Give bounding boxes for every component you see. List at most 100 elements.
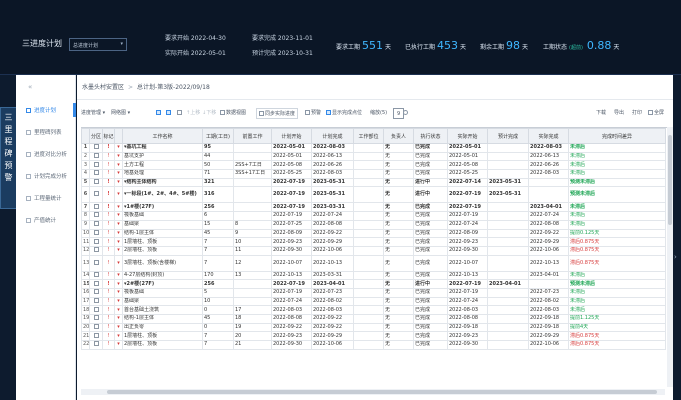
table-row[interactable]: 1! ▾ ▾基坑工程 95 2022-05-01 2022-08-03 无已完成 2022-0… <box>81 143 666 153</box>
table-row[interactable]: 17! ▾ 基础梁 10 2022-07-24 2022-08-02 无已完成 2022-07… <box>81 296 666 307</box>
outdent-icon[interactable] <box>166 108 172 119</box>
sync-actual-button[interactable]: 同步实际进度 <box>256 108 299 119</box>
show-done-button[interactable]: 显示完成点位 <box>326 108 362 119</box>
table-row[interactable]: 11! ▾ 1层墙柱、顶板 7 10 2022-09-23 2022-09-29 无已完成 20… <box>81 237 666 247</box>
row-checkbox[interactable] <box>89 160 103 171</box>
export-button[interactable]: 导出 <box>614 108 624 119</box>
col-header[interactable]: 实际完成 <box>528 128 569 144</box>
table-row[interactable]: 19! ▾ 结构-1层主体 45 18 2022-08-08 2022-09-22 无已完成 2… <box>81 314 666 324</box>
row-checkbox[interactable] <box>89 314 103 324</box>
sidebar-item-progress-plan[interactable]: 进度计划 <box>26 106 56 114</box>
row-checkbox[interactable] <box>89 228 103 239</box>
col-header[interactable]: 计划完成 <box>311 128 354 144</box>
row-checkbox[interactable] <box>89 143 103 153</box>
table-row[interactable]: 20! ▾ 出正负零 0 19 2022-09-22 2022-09-22 无已完成 2022-… <box>81 322 666 333</box>
insert-icon[interactable] <box>177 108 183 119</box>
row-checkbox[interactable] <box>89 270 103 281</box>
warning-button[interactable]: 预警 <box>305 108 321 119</box>
checkbox[interactable] <box>93 298 99 303</box>
move-up-button[interactable]: ↑上移 <box>186 108 200 119</box>
col-header[interactable]: 实际开始 <box>447 128 488 144</box>
table-row[interactable]: 8! ▾ 筏板基础 6 2022-07-19 2022-07-24 无已完成 2022-07-… <box>81 211 666 221</box>
breadcrumb-project[interactable]: 水墨头村安置区 <box>82 84 124 91</box>
checkbox[interactable] <box>93 247 99 253</box>
checkbox[interactable] <box>93 238 99 244</box>
checkbox[interactable] <box>93 153 99 159</box>
sidebar-item-milestones[interactable]: 里程碑列表 <box>26 128 62 136</box>
table-row[interactable]: 21! ▾ 1层墙柱、顶板 7 20 2022-09-23 2022-09-29 无已完成 20… <box>81 331 666 342</box>
row-checkbox[interactable] <box>89 340 103 350</box>
col-header[interactable]: 工作部位 <box>353 128 384 144</box>
row-checkbox[interactable] <box>89 177 103 188</box>
col-header[interactable]: 前置工作 <box>233 128 272 144</box>
checkbox[interactable] <box>93 212 99 218</box>
row-checkbox[interactable] <box>89 287 103 298</box>
row-checkbox[interactable] <box>89 202 103 213</box>
milestone-warning-tab[interactable]: 三 里 程 碑 预 警 <box>0 107 17 209</box>
checkbox[interactable] <box>93 179 99 185</box>
col-header[interactable]: 完成时间差异 <box>568 128 666 144</box>
zoom-search-icon[interactable] <box>403 108 409 119</box>
checkbox[interactable] <box>93 191 99 197</box>
row-checkbox[interactable] <box>89 169 103 179</box>
col-header[interactable]: 标记 <box>102 128 115 144</box>
col-header[interactable]: 工作名称 <box>122 128 203 144</box>
horizontal-scrollbar[interactable] <box>81 389 665 395</box>
checkbox[interactable] <box>93 280 99 286</box>
gantt-view-menu[interactable]: 网络图 ▾ <box>111 108 130 119</box>
col-header[interactable]: 预计完成 <box>487 128 529 144</box>
table-row[interactable]: 15! ▾ ▾2#楼(27F) 256 2022-07-19 2023-04-01 无进行中… <box>81 279 666 289</box>
checkbox[interactable] <box>93 203 99 209</box>
table-row[interactable]: 7! ▾ ▾1#楼(27F) 256 2022-07-19 2023-03-31 无已完成 2… <box>81 202 666 213</box>
row-checkbox[interactable] <box>89 237 103 247</box>
table-row[interactable]: 18! ▾ 首台基础土浇筑 0 17 2022-08-03 2022-08-03 无已完成 20… <box>81 305 666 315</box>
scroll-thumb[interactable] <box>107 390 657 394</box>
checkbox[interactable] <box>93 306 99 312</box>
sidebar-item-output-stats[interactable]: 产值统计 <box>26 216 56 224</box>
checkbox[interactable] <box>93 229 99 235</box>
table-row[interactable]: 4! ▾ 地基处理 71 3SS+17工日 2022-05-25 2022-08-03 无已完… <box>81 169 666 179</box>
row-checkbox[interactable] <box>89 151 103 162</box>
row-checkbox[interactable] <box>89 279 103 289</box>
sidebar-item-progress-compare[interactable]: 进度对比分析 <box>26 150 67 158</box>
table-row[interactable]: 16! ▾ 筏板基础 5 2022-07-19 2022-07-23 无已完成 2022-07… <box>81 287 666 298</box>
row-checkbox[interactable] <box>89 219 103 230</box>
checkbox[interactable] <box>93 289 99 295</box>
col-header[interactable]: 计划开始 <box>271 128 312 144</box>
collapse-icon[interactable]: « <box>28 83 32 91</box>
sidebar-item-completion-analysis[interactable]: 计划完成分析 <box>26 172 67 180</box>
row-checkbox[interactable] <box>89 211 103 221</box>
download-button[interactable]: 下载 <box>596 108 606 119</box>
table-row[interactable]: 2! ▾ 基坑支护 44 2022-05-01 2022-06-13 无已完成 2022-05… <box>81 151 666 162</box>
table-row[interactable]: 22! ▾ 2层墙柱、顶板 7 21 2022-09-30 2022-10-06 无已完成 20… <box>81 340 666 350</box>
checkbox[interactable] <box>93 272 99 277</box>
row-checkbox[interactable] <box>89 331 103 342</box>
row-checkbox[interactable] <box>89 254 103 272</box>
col-header[interactable]: 负责人 <box>383 128 414 144</box>
table-row[interactable]: 13! ▾ 3层墙柱、顶板(含楼梯) 7 12 2022-10-07 2022-10-13 无… <box>81 254 666 272</box>
checkbox[interactable] <box>93 332 99 338</box>
table-row[interactable]: 12! ▾ 2层墙柱、顶板 7 11 2022-09-30 2022-10-06 无已完成 20… <box>81 245 666 256</box>
indent-icon[interactable] <box>156 108 162 119</box>
move-down-button[interactable]: ↓下移 <box>202 108 216 119</box>
progress-mgmt-menu[interactable]: 进度管理 ▾ <box>81 108 105 119</box>
checkbox[interactable] <box>93 170 99 176</box>
row-checkbox[interactable] <box>89 245 103 256</box>
print-button[interactable]: 打印 <box>632 108 642 119</box>
checkbox[interactable] <box>93 161 99 167</box>
table-row[interactable]: 6! ▾ ▾一标段(1#、2#、4#、5#楼) 316 2022-07-19 2023-0… <box>81 186 666 204</box>
col-header[interactable]: 工期(工日) <box>202 128 234 144</box>
row-checkbox[interactable] <box>89 186 103 204</box>
row-checkbox[interactable] <box>89 296 103 307</box>
col-header[interactable]: 分区 <box>89 128 103 144</box>
table-row[interactable]: 10! ▾ 结构-1层主体 45 9 2022-08-09 2022-09-22 无已完成 20… <box>81 228 666 239</box>
display-mode-button[interactable]: 数据视图 <box>220 108 246 119</box>
checkbox[interactable] <box>93 144 99 150</box>
plan-select[interactable]: 总进度计划 ▾ <box>69 38 127 51</box>
chevron-right-icon[interactable]: › <box>674 253 677 261</box>
row-checkbox[interactable] <box>89 305 103 315</box>
col-header[interactable]: 执行状态 <box>413 128 448 144</box>
row-checkbox[interactable] <box>89 322 103 333</box>
checkbox[interactable] <box>93 324 99 330</box>
checkbox[interactable] <box>93 341 99 347</box>
